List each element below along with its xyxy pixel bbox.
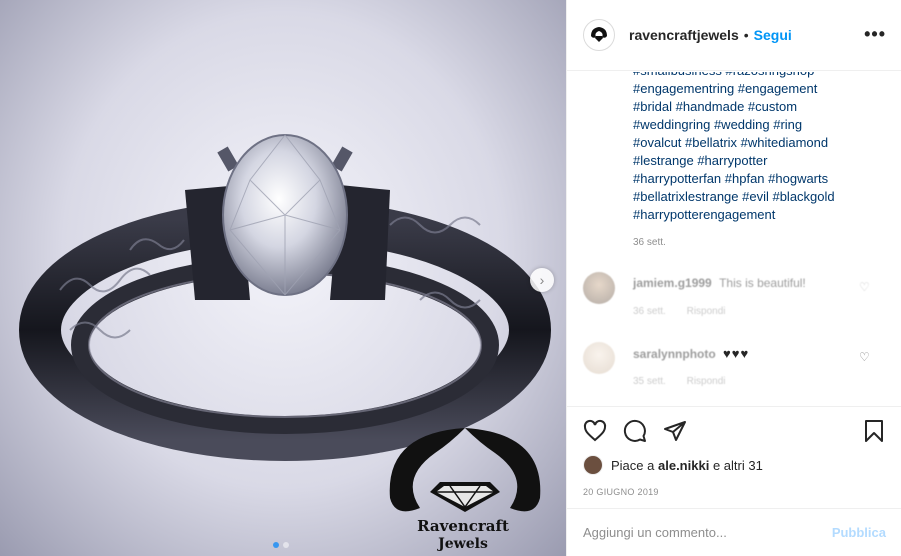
like-comment-heart-icon[interactable]: ♡ — [859, 350, 870, 364]
caption-line[interactable]: #weddingring #wedding #ring — [633, 116, 873, 134]
separator-dot: • — [743, 27, 749, 43]
comment-text: ♥♥♥ — [723, 346, 750, 361]
carousel-dot-active — [273, 542, 279, 548]
caption-text: #smallbusiness #razosringshop #engagemen… — [633, 72, 873, 224]
next-image-button[interactable]: › — [530, 268, 554, 292]
comment-username[interactable]: saralynnphoto — [633, 347, 716, 361]
heart-icon[interactable] — [583, 419, 607, 443]
commenter-avatar[interactable] — [583, 342, 615, 374]
reply-button[interactable]: Rispondi — [687, 306, 726, 317]
caption-line[interactable]: #engagementring #engagement — [633, 80, 873, 98]
comment-time[interactable]: 35 sett. — [633, 376, 666, 387]
ring-photo — [19, 134, 551, 512]
reply-button[interactable]: Rispondi — [687, 376, 726, 387]
comments-area[interactable]: #smallbusiness #razosringshop #engagemen… — [567, 72, 901, 406]
caption-timestamp[interactable]: 36 sett. — [633, 237, 666, 248]
comment-meta: 36 sett. Rispondi — [633, 306, 726, 317]
bookmark-icon[interactable] — [863, 419, 885, 443]
comment-icon[interactable] — [623, 419, 647, 443]
caption-line[interactable]: #ovalcut #bellatrix #whitediamond — [633, 134, 873, 152]
post-date[interactable]: 20 GIUGNO 2019 — [583, 487, 659, 497]
caption-line[interactable]: #lestrange #harrypotter — [633, 152, 873, 170]
profile-avatar[interactable] — [583, 19, 615, 51]
likes-suffix[interactable]: e altri 31 — [713, 458, 763, 473]
caption-line[interactable]: #bridal #handmade #custom — [633, 98, 873, 116]
raven-logo-icon — [591, 27, 607, 42]
comment-line: saralynnphoto ♥♥♥ — [633, 346, 749, 361]
caption-line[interactable]: #harrypotterfan #hpfan #hogwarts — [633, 170, 873, 188]
comment-username[interactable]: jamiem.g1999 — [633, 276, 712, 290]
post-header: ravencraftjewels • Segui ••• — [567, 0, 901, 71]
likes-summary: Piace a ale.nikki e altri 31 — [583, 455, 763, 475]
comment-text: This is beautiful! — [719, 276, 806, 290]
post-image[interactable]: Ravencraft Jewels › — [0, 0, 566, 556]
publish-button[interactable]: Pubblica — [832, 525, 886, 540]
liker-avatar[interactable] — [583, 455, 603, 475]
likes-prefix: Piace a — [611, 457, 655, 473]
comment-input[interactable] — [583, 525, 813, 540]
caption-line[interactable]: #bellatrixlestrange #evil #blackgold — [633, 188, 873, 206]
post-actions: Piace a ale.nikki e altri 31 20 GIUGNO 2… — [567, 406, 901, 508]
comment-meta: 35 sett. Rispondi — [633, 376, 726, 387]
caption-line[interactable]: #harrypotterengagement — [633, 206, 873, 224]
logo-text-jewels: Jewels — [438, 536, 488, 552]
comment-time[interactable]: 36 sett. — [633, 306, 666, 317]
carousel-indicator — [273, 542, 289, 548]
chevron-right-icon: › — [539, 272, 545, 288]
post-side-panel: ravencraftjewels • Segui ••• #smallbusin… — [566, 0, 901, 556]
caption-line[interactable]: #smallbusiness #razosringshop — [633, 72, 873, 80]
post-username[interactable]: ravencraftjewels — [629, 27, 739, 43]
share-icon[interactable] — [663, 419, 687, 443]
add-comment-bar: Pubblica — [567, 508, 901, 556]
logo-text-ravencraft: Ravencraft — [417, 517, 509, 535]
more-options-icon[interactable]: ••• — [864, 24, 886, 45]
follow-button[interactable]: Segui — [754, 27, 792, 43]
carousel-dot — [283, 542, 289, 548]
like-comment-heart-icon[interactable]: ♡ — [859, 280, 870, 294]
commenter-avatar[interactable] — [583, 272, 615, 304]
liker-username[interactable]: ale.nikki — [658, 458, 709, 473]
comment-line: jamiem.g1999 This is beautiful! — [633, 276, 806, 290]
